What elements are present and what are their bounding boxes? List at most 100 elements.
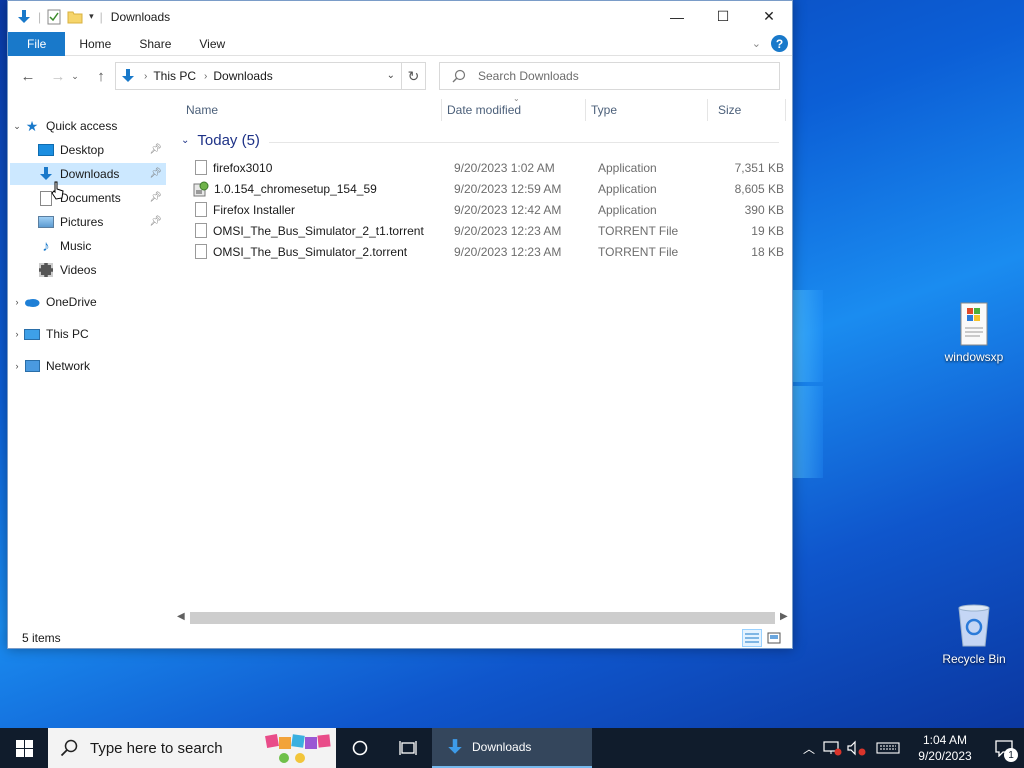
large-icons-view-button[interactable] — [764, 629, 784, 647]
file-list: Name Date modified ⌄ Type Size ⌄ Today (… — [173, 94, 792, 611]
scroll-left-icon[interactable]: ◀ — [177, 611, 185, 622]
column-size[interactable]: Size — [718, 96, 778, 124]
table-row[interactable]: Firefox Installer 9/20/2023 12:42 AM App… — [189, 199, 786, 220]
breadcrumb-downloads[interactable]: Downloads — [213, 69, 272, 83]
sidebar-item-pictures[interactable]: Pictures 📌︎ — [10, 211, 166, 233]
sidebar-item-music[interactable]: ♪ Music — [10, 235, 166, 257]
forward-arrow-icon: → — [50, 67, 66, 85]
expand-ribbon-icon[interactable]: ⌄ — [752, 37, 761, 50]
minimize-button[interactable]: — — [654, 1, 700, 32]
network-tray-icon[interactable] — [822, 740, 842, 756]
table-row[interactable]: firefox3010 9/20/2023 1:02 AM Applicatio… — [189, 157, 786, 178]
chevron-right-icon[interactable]: › — [10, 329, 24, 339]
tab-file[interactable]: File — [8, 31, 66, 56]
task-view-button[interactable] — [384, 728, 432, 768]
chevron-down-icon[interactable]: ⌄ — [181, 135, 189, 146]
column-divider[interactable] — [441, 99, 442, 121]
file-name: 1.0.154_chromesetup_154_59 — [214, 181, 377, 196]
breadcrumb-separator: › — [204, 70, 208, 82]
sidebar-item-documents[interactable]: Documents 📌︎ — [10, 187, 166, 209]
back-button[interactable]: ← — [17, 65, 39, 87]
sidebar-item-desktop[interactable]: Desktop 📌︎ — [10, 139, 166, 161]
sidebar-item-onedrive[interactable]: › OneDrive — [10, 291, 166, 313]
close-button[interactable]: ✕ — [746, 1, 792, 32]
column-divider[interactable] — [585, 99, 586, 121]
table-row[interactable]: OMSI_The_Bus_Simulator_2_t1.torrent 9/20… — [189, 220, 786, 241]
horizontal-scrollbar[interactable]: ◀ ▶ — [173, 610, 792, 627]
group-label: Today (5) — [197, 132, 260, 149]
desktop-icon — [38, 142, 54, 158]
recent-locations-button[interactable]: ⌄ — [69, 65, 81, 87]
chevron-right-icon[interactable]: › — [10, 361, 24, 371]
file-name: firefox3010 — [213, 160, 273, 175]
column-divider[interactable] — [785, 99, 786, 121]
star-icon: ★ — [25, 117, 39, 134]
keyboard-icon[interactable] — [876, 740, 900, 756]
table-row[interactable]: OMSI_The_Bus_Simulator_2.torrent 9/20/20… — [189, 241, 786, 262]
mouse-cursor-icon — [51, 181, 64, 200]
breadcrumb-separator: › — [144, 70, 148, 82]
notifications-button[interactable]: 1 — [984, 728, 1024, 768]
sidebar-item-videos[interactable]: Videos — [10, 259, 166, 281]
scrollbar-thumb[interactable] — [190, 612, 775, 624]
clock[interactable]: 1:04 AM 9/20/2023 — [906, 732, 984, 764]
tab-view[interactable]: View — [185, 32, 239, 56]
blank-file-icon — [195, 223, 207, 238]
column-name[interactable]: Name — [186, 96, 441, 124]
address-dropdown-icon[interactable]: ⌄ — [387, 70, 395, 81]
desktop-icon-recycle-bin[interactable]: Recycle Bin — [936, 602, 1012, 666]
title-bar[interactable]: | ▾ | Downloads — ☐ ✕ — [8, 1, 792, 32]
breadcrumb-this-pc[interactable]: This PC — [153, 69, 196, 83]
search-input[interactable]: Search Downloads — [478, 69, 579, 83]
nav-item-label: Videos — [60, 263, 97, 277]
details-view-button[interactable] — [742, 629, 762, 647]
windowsxp-icon — [960, 302, 988, 346]
nav-quick-access[interactable]: ⌄ ★ Quick access — [10, 115, 166, 137]
address-bar[interactable]: › This PC › Downloads ⌄ — [115, 62, 402, 90]
properties-icon[interactable] — [47, 9, 61, 25]
file-type: TORRENT File — [598, 223, 679, 238]
maximize-button[interactable]: ☐ — [700, 1, 746, 32]
file-date: 9/20/2023 12:42 AM — [454, 202, 562, 217]
tab-share[interactable]: Share — [125, 32, 185, 56]
navigation-pane: ⌄ ★ Quick access Desktop 📌︎ Downloads 📌︎… — [8, 109, 168, 619]
clock-date: 9/20/2023 — [918, 749, 972, 763]
network-icon — [24, 358, 40, 374]
tab-home[interactable]: Home — [65, 32, 125, 56]
search-box[interactable]: Search Downloads — [439, 62, 780, 90]
column-divider[interactable] — [707, 99, 708, 121]
refresh-button[interactable]: ↻ — [402, 62, 426, 90]
customize-dropdown-icon[interactable]: ▾ — [89, 11, 94, 22]
scroll-right-icon[interactable]: ▶ — [780, 611, 788, 622]
cortana-button[interactable] — [336, 728, 384, 768]
group-header-today[interactable]: ⌄ Today (5) — [181, 132, 260, 149]
file-explorer-download-icon — [448, 739, 462, 754]
notification-count-badge: 1 — [1004, 748, 1018, 762]
sidebar-item-network[interactable]: › Network — [10, 355, 166, 377]
clock-time: 1:04 AM — [922, 733, 968, 747]
taskbar-search-box[interactable]: Type here to search — [48, 728, 336, 768]
windows-logo-icon — [15, 739, 33, 757]
volume-muted-icon[interactable] — [846, 740, 868, 756]
blank-file-icon — [195, 244, 207, 259]
explorer-window: | ▾ | Downloads — ☐ ✕ File Home Share Vi… — [7, 0, 793, 649]
desktop-icon-windowsxp[interactable]: windowsxp — [936, 302, 1012, 364]
taskbar-app-downloads[interactable]: Downloads — [432, 728, 592, 768]
forward-button[interactable]: → — [47, 65, 69, 87]
taskbar-search-input[interactable]: Type here to search — [90, 740, 223, 757]
table-row[interactable]: 1.0.154_chromesetup_154_59 9/20/2023 12:… — [189, 178, 786, 199]
nav-item-label: OneDrive — [46, 295, 97, 309]
chevron-right-icon[interactable]: › — [10, 297, 24, 307]
search-icon — [452, 69, 466, 83]
group-divider — [269, 142, 779, 143]
sidebar-item-downloads[interactable]: Downloads 📌︎ — [10, 163, 166, 185]
blank-file-icon — [195, 202, 207, 217]
start-button[interactable] — [0, 728, 48, 768]
up-button[interactable]: ↑ — [90, 65, 112, 87]
sidebar-item-this-pc[interactable]: › This PC — [10, 323, 166, 345]
new-folder-icon[interactable] — [67, 9, 83, 25]
column-type[interactable]: Type — [591, 96, 707, 124]
help-button[interactable]: ? — [771, 35, 788, 52]
chevron-down-icon[interactable]: ⌄ — [10, 121, 24, 132]
show-hidden-icons-icon[interactable]: ︿ — [798, 740, 820, 757]
